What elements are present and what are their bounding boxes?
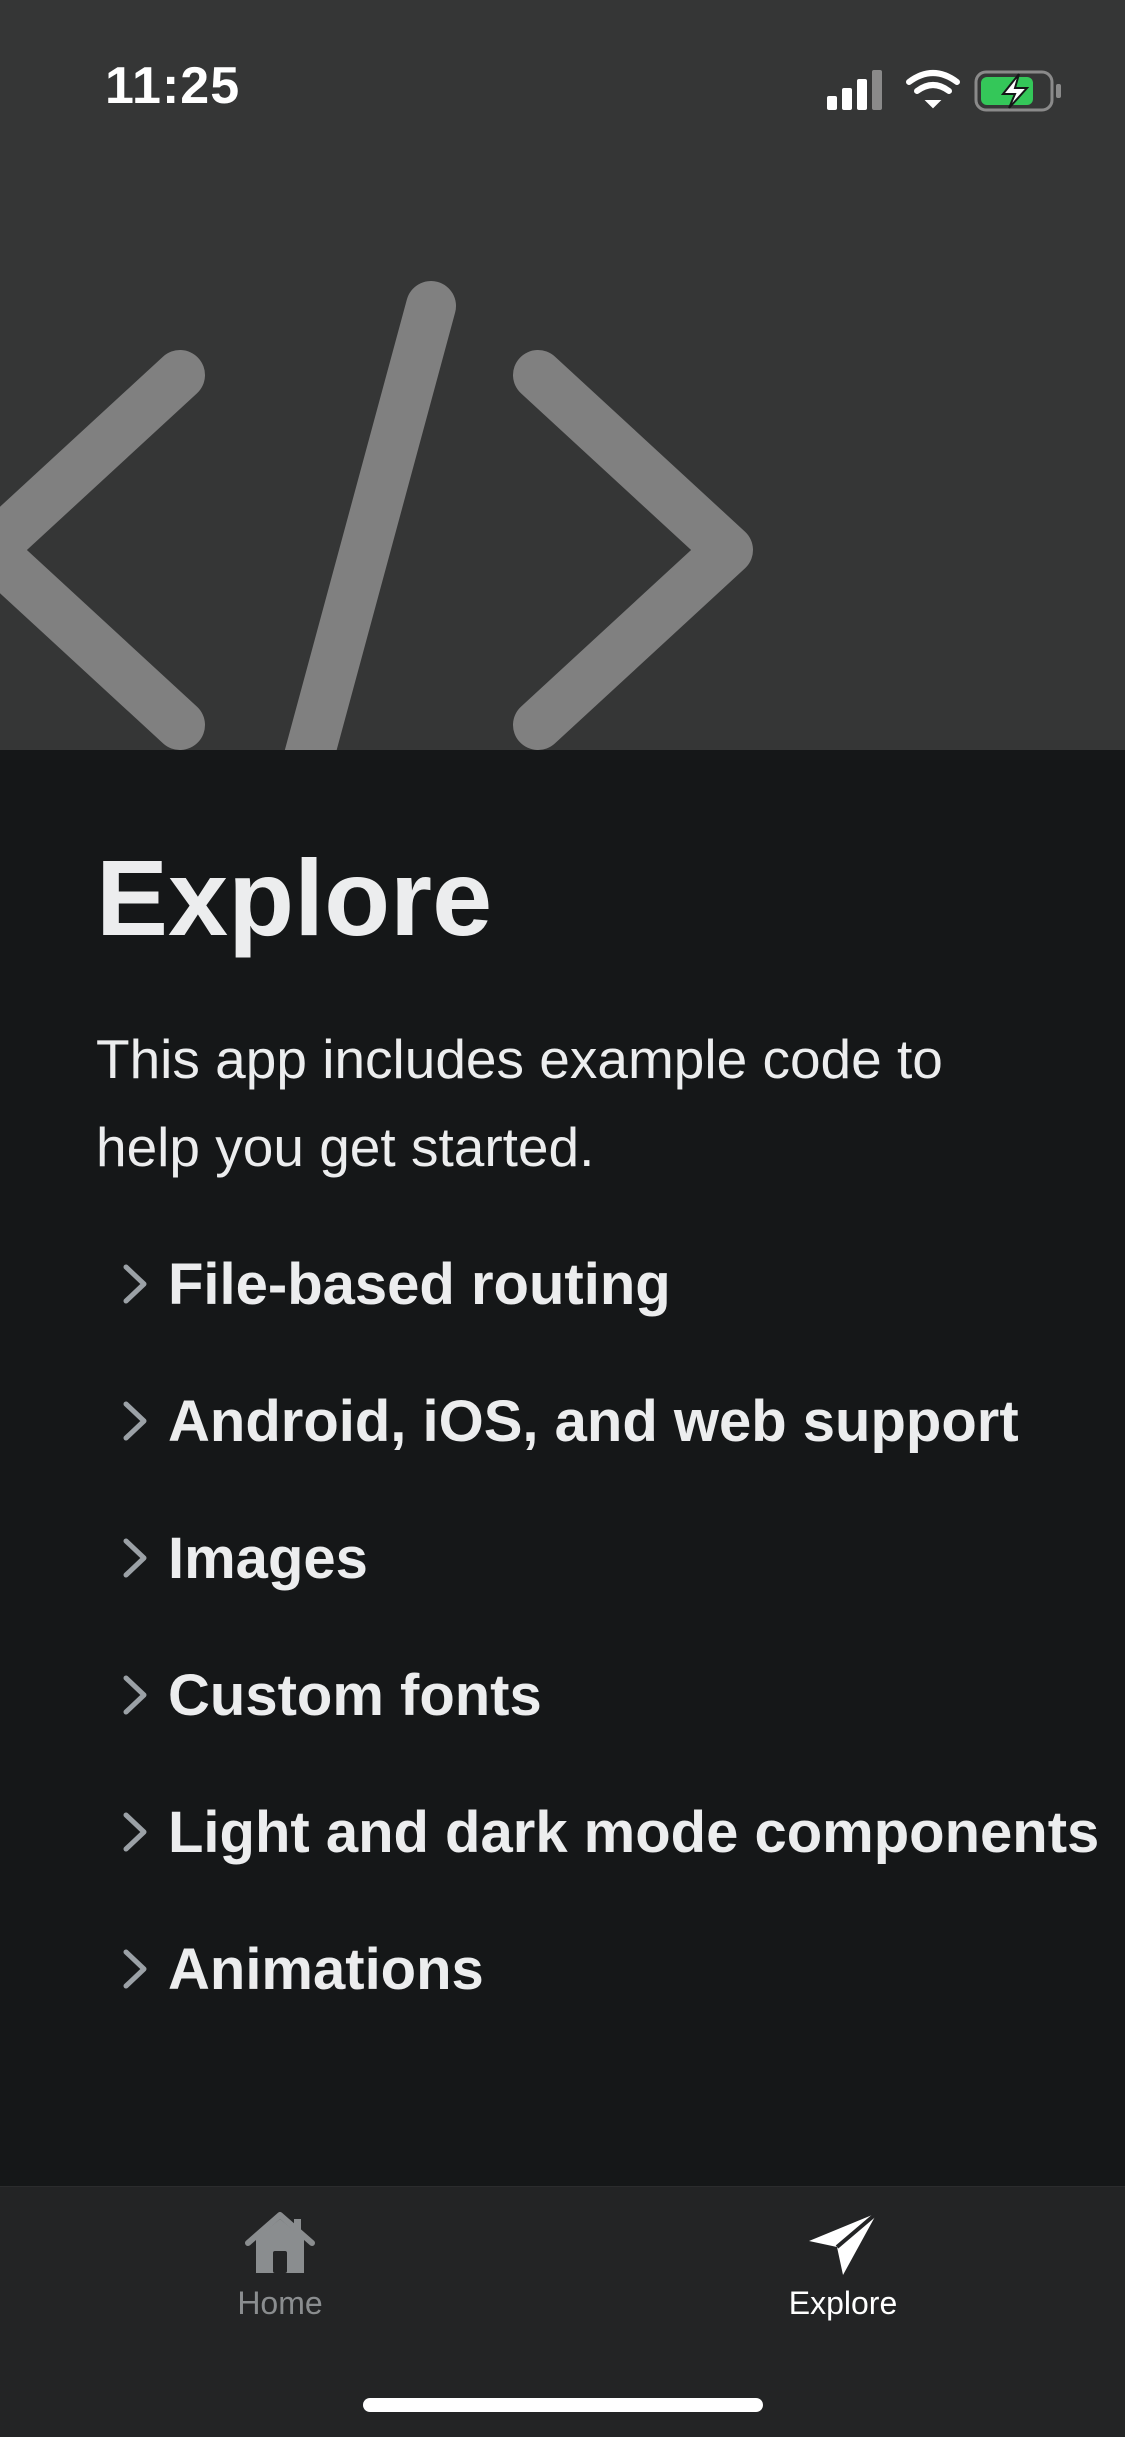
house-icon [245, 2212, 315, 2273]
paper-plane-icon [809, 2211, 879, 2275]
collapsible-images[interactable]: Images [96, 1508, 1106, 1608]
list-item-label: Images [168, 1525, 368, 1591]
list-item-label: Animations [168, 1936, 484, 2002]
status-icons [827, 70, 1061, 112]
collapsible-platform-support[interactable]: Android, iOS, and web support [96, 1371, 1106, 1471]
collapsible-light-dark-mode[interactable]: Light and dark mode components [96, 1782, 1106, 1882]
tab-home-label: Home [237, 2285, 323, 2321]
battery-charging-icon [974, 70, 1061, 112]
tab-explore-label: Explore [788, 2285, 898, 2321]
signal-icon [827, 70, 882, 110]
chevron-right-icon [123, 1812, 147, 1852]
wifi-icon [906, 70, 960, 109]
collapsible-animations[interactable]: Animations [96, 1919, 1106, 2019]
status-time: 11:25 [105, 57, 241, 115]
chevron-right-icon [123, 1949, 147, 1989]
collapsible-file-based-routing[interactable]: File-based routing [96, 1234, 1106, 1334]
collapsible-custom-fonts[interactable]: Custom fonts [96, 1645, 1106, 1745]
status-bar: 11:25 [0, 0, 1125, 140]
tab-home[interactable]: Home [130, 2211, 430, 2351]
page-title: Explore [96, 837, 493, 958]
chevron-right-icon [123, 1264, 147, 1304]
list-item-label: Android, iOS, and web support [168, 1388, 1019, 1454]
chevron-right-icon [123, 1401, 147, 1441]
home-indicator[interactable] [363, 2398, 763, 2412]
chevron-right-icon [123, 1538, 147, 1578]
list-item-label: File-based routing [168, 1251, 671, 1317]
list-item-label: Light and dark mode components [168, 1799, 1100, 1865]
list-item-label: Custom fonts [168, 1662, 542, 1728]
intro-text: This app includes example code to help y… [96, 1028, 943, 1178]
tab-explore[interactable]: Explore [693, 2211, 993, 2351]
chevron-right-icon [123, 1675, 147, 1715]
